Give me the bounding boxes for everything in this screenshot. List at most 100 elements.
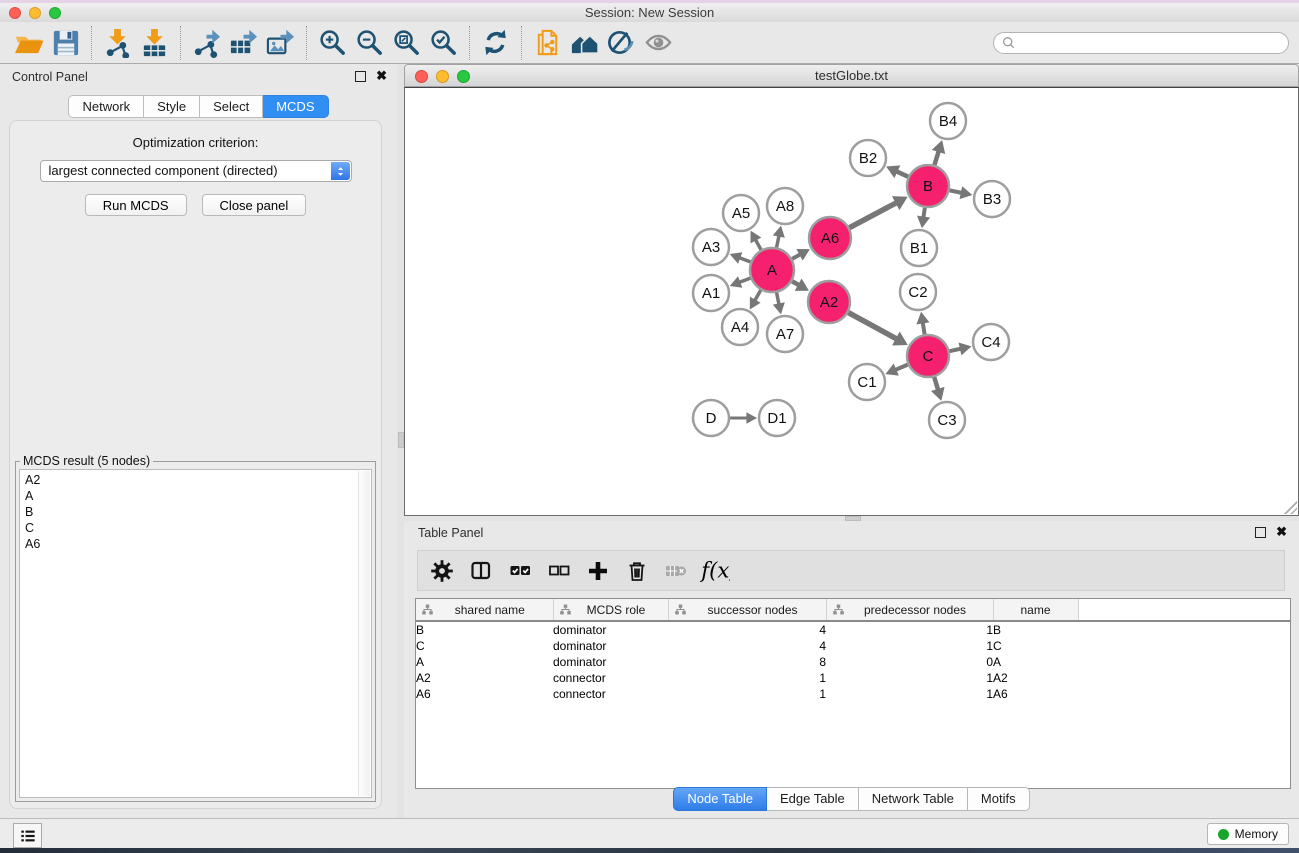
result-scrollbar[interactable] [358, 471, 370, 796]
table-cell[interactable]: 1 [826, 638, 993, 654]
zoom-selected-button[interactable] [425, 25, 462, 61]
zoom-fit-button[interactable] [388, 25, 425, 61]
zoom-out-button[interactable] [351, 25, 388, 61]
node-A7[interactable]: A7 [767, 316, 803, 352]
node-B4[interactable]: B4 [930, 103, 966, 139]
column-header-MCDS-role[interactable]: MCDS role [553, 599, 668, 621]
column-header-shared-name[interactable]: shared name [416, 599, 553, 621]
node-C1[interactable]: C1 [849, 364, 885, 400]
table-cell[interactable]: dominator [553, 638, 668, 654]
table-cell[interactable]: 0 [826, 654, 993, 670]
import-network-button[interactable] [99, 25, 136, 61]
table-cell[interactable]: dominator [553, 654, 668, 670]
close-panel-icon[interactable]: ✖ [376, 70, 387, 82]
table-cell[interactable]: connector [553, 686, 668, 702]
export-network-button[interactable] [188, 25, 225, 61]
network-window-titlebar[interactable]: testGlobe.txt [404, 64, 1299, 87]
float-panel-icon[interactable] [1255, 527, 1266, 538]
home-button[interactable] [566, 25, 603, 61]
table-row[interactable]: Adominator80A [416, 654, 1290, 670]
node-A5[interactable]: A5 [723, 195, 759, 231]
mcds-result-list[interactable]: A2ABCA6 [19, 469, 372, 798]
node-A2[interactable]: A2 [808, 281, 850, 323]
select-all-button[interactable] [507, 558, 533, 584]
node-B2[interactable]: B2 [850, 140, 886, 176]
close-panel-button[interactable]: Close panel [202, 194, 307, 216]
table-cell[interactable]: 1 [668, 670, 826, 686]
mcds-result-item[interactable]: A6 [20, 536, 371, 552]
optimization-select[interactable]: largest connected component (directed) [40, 160, 352, 182]
node-A3[interactable]: A3 [693, 229, 729, 265]
export-table-button[interactable] [225, 25, 262, 61]
mcds-result-item[interactable]: B [20, 504, 371, 520]
table-cell[interactable]: C [416, 638, 553, 654]
network-maximize-button[interactable] [457, 70, 470, 83]
maximize-window-button[interactable] [49, 7, 61, 19]
table-cell[interactable]: B [416, 621, 553, 638]
tab-edge-table[interactable]: Edge Table [767, 787, 859, 811]
column-header-predecessor-nodes[interactable]: predecessor nodes [826, 599, 993, 621]
node-A4[interactable]: A4 [722, 309, 758, 345]
node-D[interactable]: D [693, 400, 729, 436]
node-A1[interactable]: A1 [693, 275, 729, 311]
table-cell[interactable]: 4 [668, 638, 826, 654]
new-session-from-network-button[interactable] [529, 25, 566, 61]
refresh-button[interactable] [477, 25, 514, 61]
node-D1[interactable]: D1 [759, 400, 795, 436]
node-C2[interactable]: C2 [900, 274, 936, 310]
minimize-window-button[interactable] [29, 7, 41, 19]
table-cell[interactable]: connector [553, 670, 668, 686]
table-cell[interactable]: 1 [826, 686, 993, 702]
mcds-result-item[interactable]: A [20, 488, 371, 504]
table-row[interactable]: Cdominator41C [416, 638, 1290, 654]
network-close-button[interactable] [415, 70, 428, 83]
tab-node-table[interactable]: Node Table [673, 787, 767, 811]
table-cell[interactable]: B [993, 621, 1078, 638]
edge-A2-C[interactable] [848, 313, 898, 340]
node-C4[interactable]: C4 [973, 324, 1009, 360]
node-B3[interactable]: B3 [974, 181, 1010, 217]
node-A6[interactable]: A6 [809, 217, 851, 259]
zoom-in-button[interactable] [314, 25, 351, 61]
table-cell[interactable]: 8 [668, 654, 826, 670]
table-row[interactable]: A6connector11A6 [416, 686, 1290, 702]
table-cell[interactable]: 1 [826, 621, 993, 638]
mcds-result-item[interactable]: A2 [20, 472, 371, 488]
open-file-button[interactable] [10, 25, 47, 61]
show-columns-button[interactable] [468, 558, 494, 584]
table-cell[interactable]: 1 [826, 670, 993, 686]
add-column-button[interactable] [585, 558, 611, 584]
vertical-splitter[interactable] [397, 64, 404, 818]
hide-labels-button[interactable] [603, 25, 640, 61]
node-A[interactable]: A [750, 248, 794, 292]
mcds-result-item[interactable]: C [20, 520, 371, 536]
settings-button[interactable] [429, 558, 455, 584]
tab-motifs[interactable]: Motifs [968, 787, 1030, 811]
edge-A6-B[interactable] [849, 202, 898, 228]
node-B1[interactable]: B1 [901, 230, 937, 266]
delete-column-button[interactable] [624, 558, 650, 584]
save-session-button[interactable] [47, 25, 84, 61]
table-cell[interactable]: A6 [416, 686, 553, 702]
run-mcds-button[interactable]: Run MCDS [85, 194, 187, 216]
network-minimize-button[interactable] [436, 70, 449, 83]
table-row[interactable]: A2connector11A2 [416, 670, 1290, 686]
table-cell[interactable]: A2 [416, 670, 553, 686]
network-canvas[interactable]: AA1A2A3A4A5A6A7A8BB1B2B3B4CC1C2C3C4DD1 [404, 87, 1299, 516]
node-C[interactable]: C [907, 335, 949, 377]
table-cell[interactable]: dominator [553, 621, 668, 638]
table-cell[interactable]: C [993, 638, 1078, 654]
tab-network-table[interactable]: Network Table [859, 787, 968, 811]
node-B[interactable]: B [907, 165, 949, 207]
column-header-name[interactable]: name [993, 599, 1078, 621]
table-cell[interactable]: A6 [993, 686, 1078, 702]
search-box[interactable] [993, 32, 1289, 54]
show-graphics-details-button[interactable] [640, 25, 677, 61]
task-history-button[interactable] [13, 823, 42, 848]
tab-select[interactable]: Select [200, 95, 263, 118]
import-table-button[interactable] [136, 25, 173, 61]
export-image-button[interactable] [262, 25, 299, 61]
tab-mcds[interactable]: MCDS [263, 95, 328, 118]
table-cell[interactable]: A2 [993, 670, 1078, 686]
node-C3[interactable]: C3 [929, 402, 965, 438]
